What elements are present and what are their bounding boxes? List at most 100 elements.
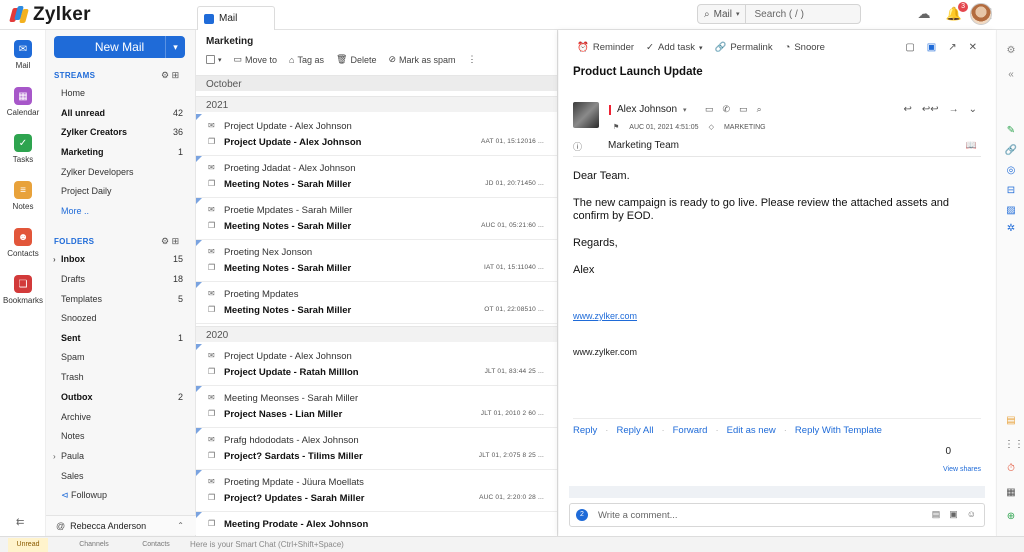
search-icon[interactable]: ⌕ bbox=[757, 104, 762, 115]
sender-avatar[interactable] bbox=[573, 102, 599, 128]
comment-input[interactable]: Write a comment... bbox=[598, 510, 678, 521]
widget-icon[interactable]: ⊕ bbox=[1004, 510, 1018, 524]
popout-icon[interactable]: ↗ bbox=[948, 42, 956, 53]
notifications-bell-icon[interactable]: 🔔 3 bbox=[944, 2, 968, 24]
select-all-checkbox[interactable]: ▾ bbox=[206, 55, 222, 64]
stream-item-project-daily[interactable]: Project Daily bbox=[61, 182, 183, 200]
forward-icon[interactable]: → bbox=[949, 104, 959, 115]
comments-icon[interactable]: ▣ bbox=[927, 42, 936, 53]
drive-icon[interactable]: ⊟ bbox=[1004, 184, 1018, 198]
rail-item-mail[interactable]: ✉ Mail bbox=[0, 40, 46, 70]
chevron-right-icon[interactable]: › bbox=[53, 255, 56, 264]
recipient-name[interactable]: Marketing Team bbox=[608, 140, 679, 153]
body-link[interactable]: www.zylker.com bbox=[573, 311, 637, 321]
calendar-icon[interactable]: ▦ bbox=[1004, 486, 1018, 500]
view-shares-link[interactable]: View shares bbox=[943, 466, 981, 473]
streams-settings-icon[interactable]: ⚙ ⊞ bbox=[161, 70, 179, 81]
attach-icon[interactable]: ▣ bbox=[949, 509, 958, 520]
flag-icon[interactable]: ⚑ bbox=[613, 123, 619, 131]
forward-button[interactable]: Forward bbox=[673, 425, 708, 436]
snooze-button[interactable]: ◔ Snoore bbox=[785, 42, 825, 53]
stream-item-marketing[interactable]: Marketing 1 bbox=[61, 143, 183, 161]
permalink-button[interactable]: 🔗 Permalink bbox=[714, 42, 772, 53]
mail-row[interactable]: ✉ Proeting Jdadat - Alex Johnson ❐ Meeting … bbox=[196, 156, 557, 198]
folders-settings-icon[interactable]: ⚙ ⊞ bbox=[161, 236, 179, 247]
folder-item-templates[interactable]: Templates 5 bbox=[61, 290, 183, 308]
stream-item-zylker-creators[interactable]: Zylker Creators 36 bbox=[61, 123, 183, 141]
rail-item-tasks[interactable]: ✓ Tasks bbox=[0, 134, 46, 164]
mail-row[interactable]: ❐ Meeting Prodate - Alex Johnson bbox=[196, 512, 557, 536]
comment-box[interactable]: 2 Write a comment... ▤ ▣ ☺ bbox=[569, 503, 985, 527]
mail-row[interactable]: ✉ Proetie Mpdates - Sarah Miller ❐ Meeting … bbox=[196, 198, 557, 240]
book-icon[interactable]: 📖 bbox=[966, 140, 977, 151]
reply-all-icon[interactable]: ↩↩ bbox=[922, 104, 939, 115]
folder-item-notes[interactable]: Notes bbox=[61, 427, 183, 445]
settings-icon[interactable]: ⚙ bbox=[1004, 44, 1018, 58]
new-mail-button[interactable]: New Mail ▾ bbox=[54, 36, 185, 58]
search-scope-dropdown[interactable]: ⌕ Mail ▾ bbox=[698, 5, 747, 23]
reply-with-template-button[interactable]: Reply With Template bbox=[795, 425, 882, 436]
close-icon[interactable]: ✕ bbox=[969, 42, 977, 53]
folder-item-trash[interactable]: Trash bbox=[61, 368, 183, 386]
tag-as-button[interactable]: ⌂ Tag as bbox=[289, 55, 324, 65]
folder-item-inbox[interactable]: › Inbox 15 bbox=[53, 250, 183, 268]
folder-item-spam[interactable]: Spam bbox=[61, 348, 183, 366]
timer-icon[interactable]: ⏱ bbox=[1004, 462, 1018, 476]
tile-view-icon[interactable]: ▢ bbox=[905, 42, 914, 53]
apps-icon[interactable]: ⋮⋮ bbox=[1004, 438, 1024, 452]
rail-item-calendar[interactable]: ▦ Calendar bbox=[0, 87, 46, 117]
folder-item-paula[interactable]: › Paula bbox=[53, 447, 183, 465]
cloud-upload-icon[interactable]: ☁ bbox=[914, 4, 934, 24]
rail-item-contacts[interactable]: ☻ Contacts bbox=[0, 228, 46, 258]
channels-tab[interactable]: Channels bbox=[74, 538, 114, 552]
move-to-button[interactable]: ▭ Move to bbox=[234, 54, 278, 65]
contacts-tab[interactable]: Contacts bbox=[136, 538, 176, 552]
info-icon[interactable]: ⓘ bbox=[573, 140, 582, 153]
folder-item-drafts[interactable]: Drafts 18 bbox=[61, 270, 183, 288]
chat-icon[interactable]: ▭ bbox=[705, 104, 714, 115]
folder-item-followup[interactable]: ⊲ Followup bbox=[61, 486, 183, 504]
stream-item-home[interactable]: Home bbox=[61, 84, 183, 102]
collapse-sidebar-icon[interactable]: ⇇ bbox=[16, 517, 24, 528]
unread-chats-tab[interactable]: Unread Chats bbox=[8, 538, 48, 552]
user-avatar[interactable] bbox=[970, 3, 992, 25]
link-icon[interactable]: 🔗 bbox=[1004, 144, 1018, 158]
collapse-icon[interactable]: « bbox=[1004, 68, 1018, 82]
mail-row[interactable]: ✉ Project Update - Alex Johnson ❐ Project U… bbox=[196, 114, 557, 156]
stream-item-zylker-developers[interactable]: Zylker Developers bbox=[61, 163, 183, 181]
chevron-down-icon[interactable]: ⌄ bbox=[969, 104, 977, 115]
search-input[interactable]: Search ( / ) bbox=[746, 9, 803, 20]
tag-icon[interactable]: ◇ bbox=[709, 123, 714, 131]
note-icon[interactable]: ▤ bbox=[932, 509, 941, 520]
smart-chat-input[interactable]: Here is your Smart Chat (Ctrl+Shift+Spac… bbox=[190, 540, 344, 549]
tab-mail[interactable]: Mail bbox=[197, 6, 275, 30]
reply-icon[interactable]: ↩ bbox=[903, 104, 911, 115]
reply-button[interactable]: Reply bbox=[573, 425, 597, 436]
pin-icon[interactable]: ✎ bbox=[1004, 124, 1018, 138]
reminder-button[interactable]: ⏰ Reminder bbox=[577, 42, 634, 53]
search-box[interactable]: ⌕ Mail ▾ Search ( / ) bbox=[697, 4, 861, 24]
mail-row[interactable]: ✉ Meeting Meonses - Sarah Miller ❐ Project … bbox=[196, 386, 557, 428]
gear-icon[interactable]: ✲ bbox=[1004, 222, 1018, 236]
rail-item-bookmarks[interactable]: ❏ Bookmarks bbox=[0, 275, 46, 305]
folder-item-sent[interactable]: Sent 1 bbox=[61, 329, 183, 347]
new-mail-dropdown-icon[interactable]: ▾ bbox=[165, 36, 185, 58]
app-logo[interactable]: Zylker bbox=[9, 4, 91, 26]
current-user[interactable]: @ Rebecca Anderson ⌃ bbox=[46, 515, 196, 535]
streams-more-link[interactable]: More .. bbox=[61, 202, 183, 220]
delete-button[interactable]: 🗑 Delete bbox=[336, 54, 376, 65]
video-icon[interactable]: ▭ bbox=[739, 104, 748, 115]
mail-row[interactable]: ✉ Prafg hdododats - Alex Johnson ❐ Project?… bbox=[196, 428, 557, 470]
mail-row[interactable]: ✉ Proeting Nex Jonson ❐ Meeting Notes - Sar… bbox=[196, 240, 557, 282]
mark-as-spam-button[interactable]: ⊘ Mark as spam bbox=[388, 54, 455, 65]
stream-item-all-unread[interactable]: All unread 42 bbox=[61, 104, 183, 122]
phone-icon[interactable]: ✆ bbox=[723, 104, 731, 115]
folder-item-snoozed[interactable]: Snoozed bbox=[61, 309, 183, 327]
folder-item-archive[interactable]: Archive bbox=[61, 408, 183, 426]
folder-item-outbox[interactable]: Outbox 2 bbox=[61, 388, 183, 406]
mail-row[interactable]: ✉ Project Update - Alex Johnson ❐ Project U… bbox=[196, 344, 557, 386]
chart-icon[interactable]: ◎ bbox=[1004, 164, 1018, 178]
rail-item-notes[interactable]: ≡ Notes bbox=[0, 181, 46, 211]
add-task-button[interactable]: ✓ Add task ▾ bbox=[646, 42, 702, 53]
folder-item-sales[interactable]: Sales bbox=[61, 467, 183, 485]
